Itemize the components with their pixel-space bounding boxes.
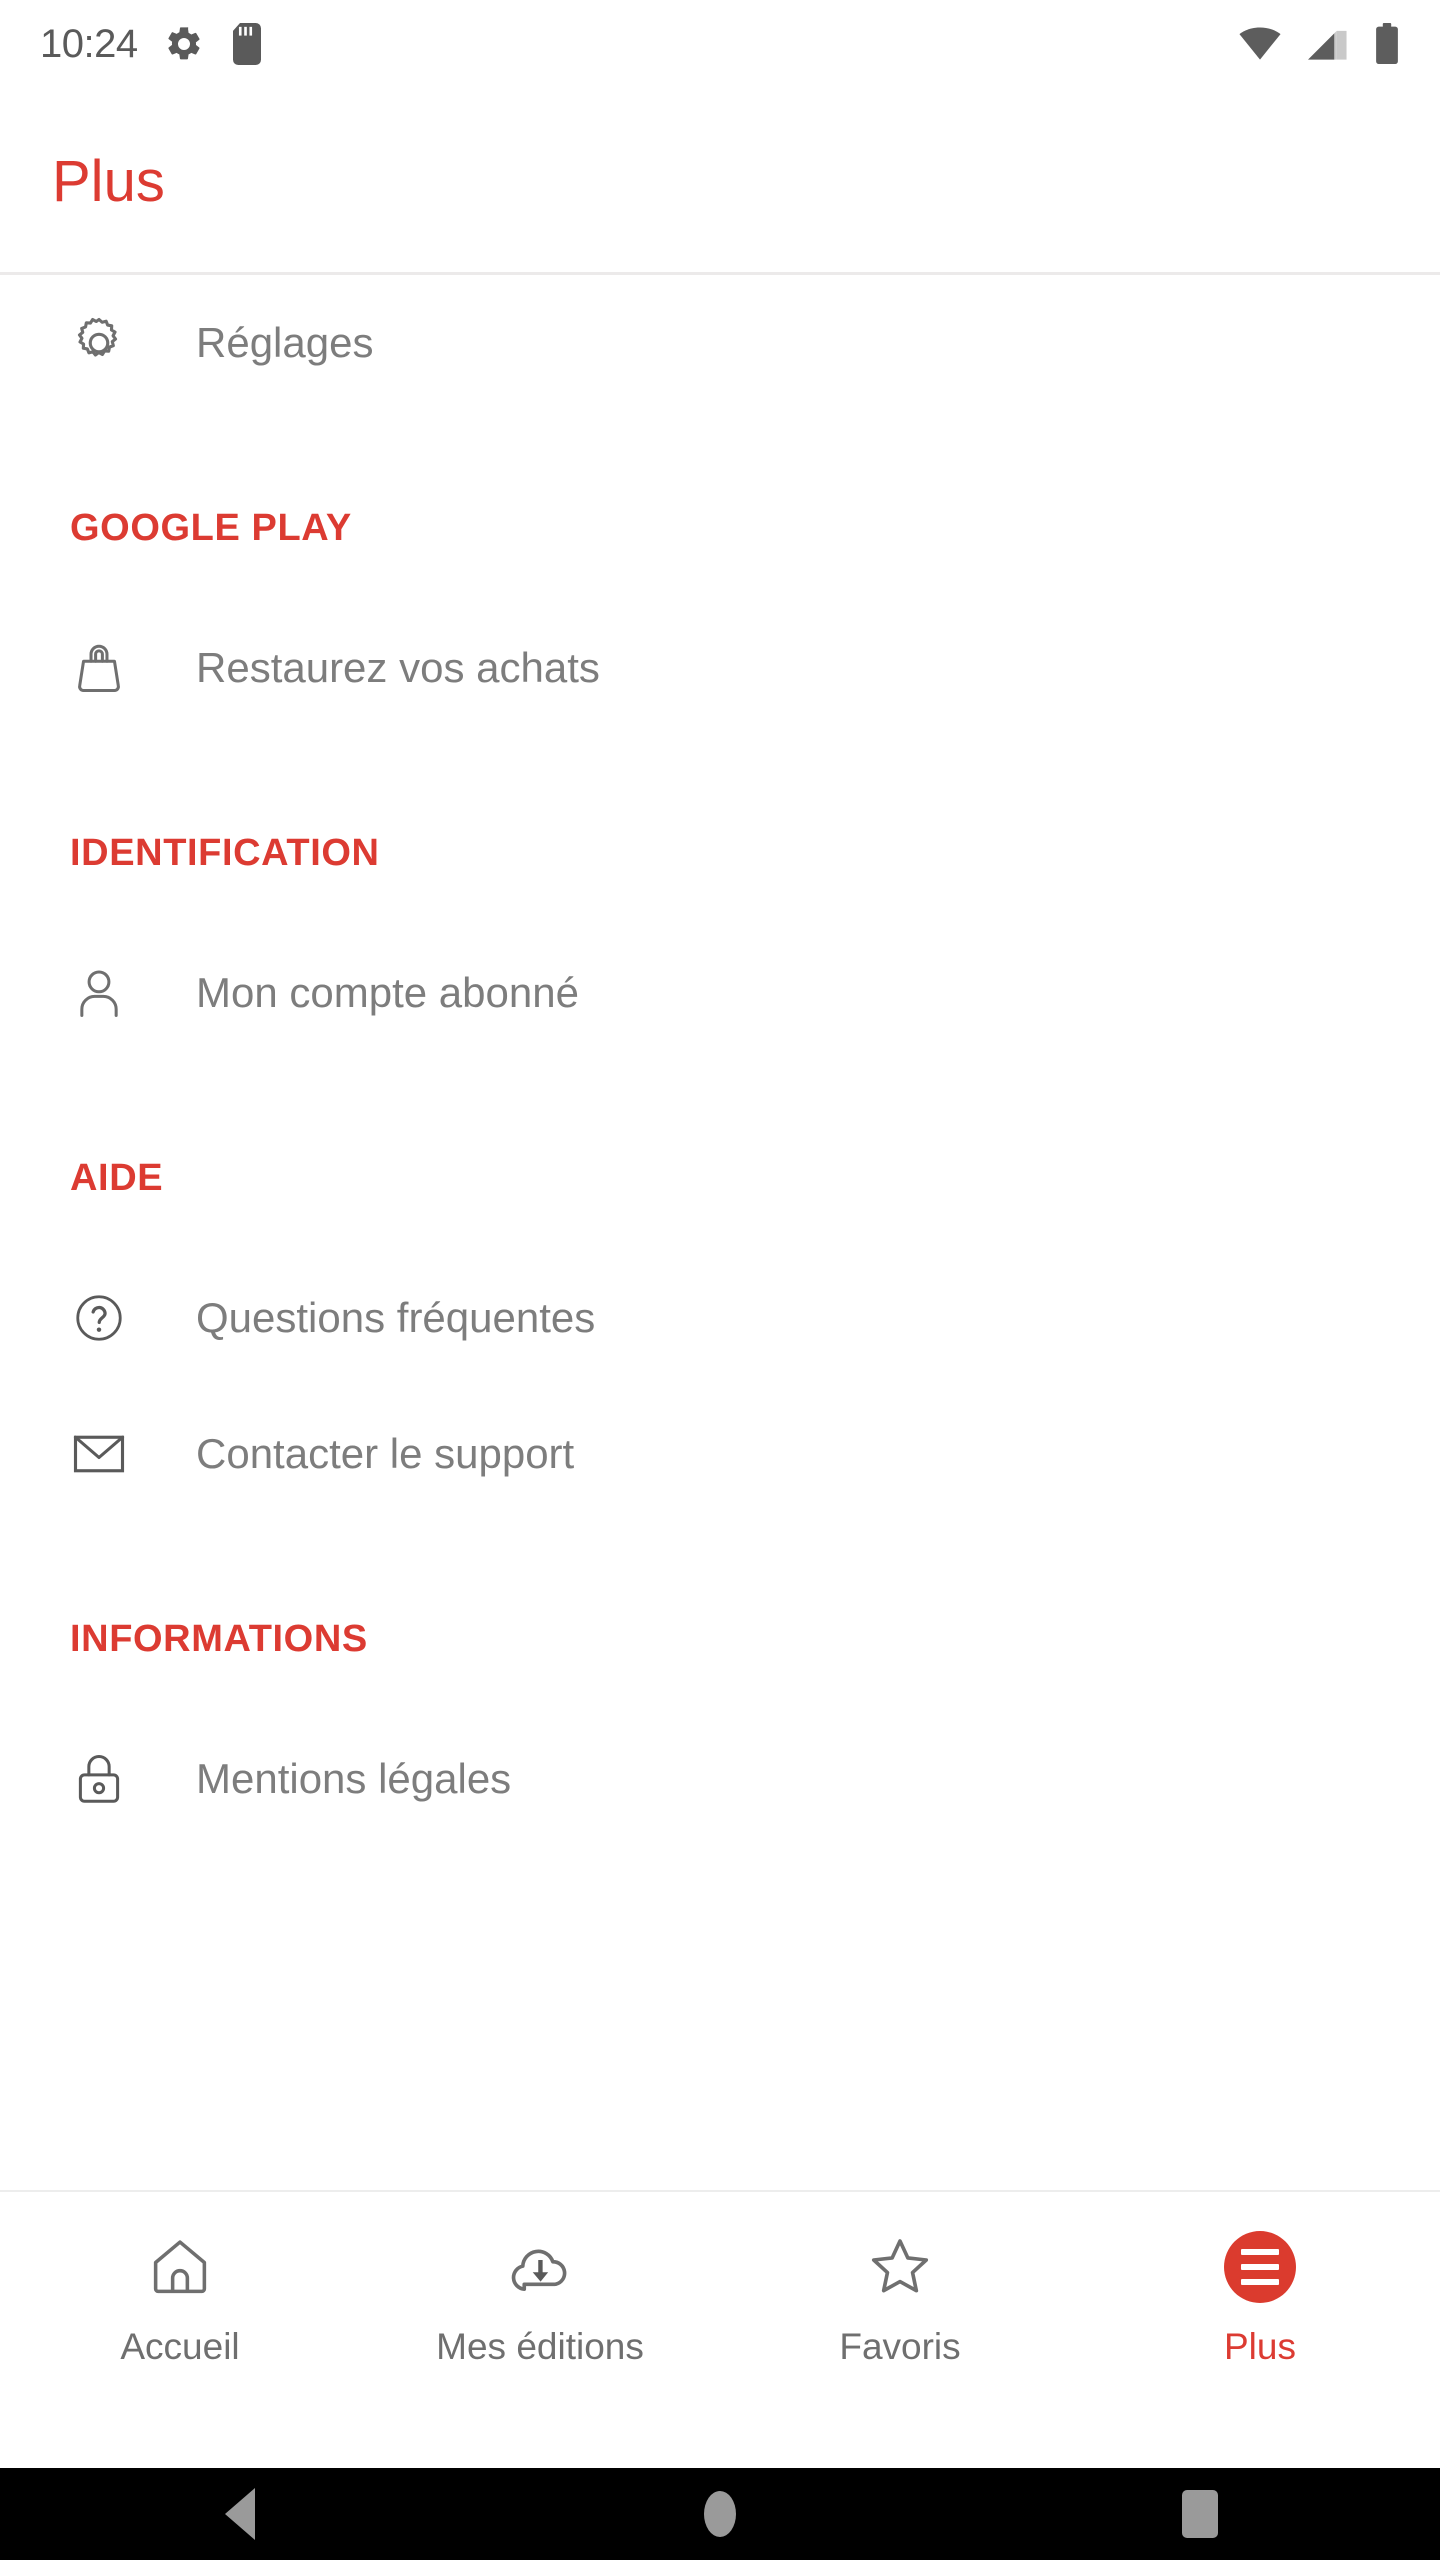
app-header: Plus: [0, 88, 1440, 274]
cellular-signal-icon: [1308, 30, 1347, 60]
menu-bar-line: [1241, 2264, 1279, 2270]
tab-label: Accueil: [120, 2326, 240, 2367]
back-triangle-icon: [225, 2488, 255, 2540]
recents-square-icon: [1182, 2490, 1218, 2538]
tab-label: Plus: [1224, 2326, 1296, 2367]
page-title: Plus: [52, 148, 165, 214]
list-item-restaurez-vos-achats[interactable]: Restaurez vos achats: [0, 600, 1440, 736]
tab-favoris[interactable]: Favoris: [720, 2192, 1080, 2468]
tab-label: Mes éditions: [436, 2326, 644, 2367]
section-header-identification: IDENTIFICATION: [70, 832, 380, 874]
tab-label: Favoris: [839, 2326, 961, 2367]
status-bar-left: 10:24: [40, 22, 264, 67]
wifi-icon: [1239, 27, 1281, 60]
recent-apps-button[interactable]: [960, 2490, 1440, 2538]
list-item-label: Mentions légales: [196, 1755, 512, 1802]
person-icon: [68, 962, 130, 1024]
home-button[interactable]: [480, 2491, 960, 2537]
hamburger-menu-icon: [1224, 2230, 1296, 2304]
list-item-reglages[interactable]: Réglages: [0, 275, 1440, 411]
home-icon: [146, 2230, 214, 2304]
sd-card-icon: [232, 23, 261, 65]
back-button[interactable]: [0, 2488, 480, 2540]
tab-active-badge: [1224, 2231, 1296, 2303]
status-bar-right: [1238, 23, 1400, 65]
list-item-mon-compte-abonne[interactable]: Mon compte abonné: [0, 925, 1440, 1061]
settings-list[interactable]: Réglages GOOGLE PLAY Restaurez vos achat…: [0, 275, 1440, 2190]
lock-icon: [68, 1748, 130, 1810]
list-item-label: Réglages: [196, 319, 374, 366]
status-bar: 10:24: [0, 0, 1440, 88]
home-circle-icon: [704, 2491, 736, 2537]
gear-icon: [68, 312, 130, 374]
section-header-informations: INFORMATIONS: [70, 1618, 368, 1660]
list-item-questions-frequentes[interactable]: Questions fréquentes: [0, 1250, 1440, 1386]
bottom-tab-bar: Accueil Mes éditions Favoris Plus: [0, 2190, 1440, 2468]
app-screen: 10:24 Plus Réglages GOOGLE PLAY Restaure…: [0, 0, 1440, 2560]
list-item-contacter-le-support[interactable]: Contacter le support: [0, 1386, 1440, 1522]
list-item-label: Restaurez vos achats: [196, 644, 600, 691]
list-item-mentions-legales[interactable]: Mentions légales: [0, 1711, 1440, 1847]
section-header-aide: AIDE: [70, 1157, 164, 1199]
list-item-label: Contacter le support: [196, 1430, 575, 1477]
cloud-download-icon: [505, 2230, 575, 2304]
android-navigation-bar: [0, 2468, 1440, 2560]
menu-bar-line: [1241, 2249, 1279, 2255]
shopping-bag-icon: [68, 637, 130, 699]
envelope-icon: [68, 1423, 130, 1485]
question-circle-icon: [68, 1287, 130, 1349]
list-item-label: Mon compte abonné: [196, 969, 579, 1016]
menu-bar-line: [1241, 2279, 1279, 2285]
battery-full-icon: [1376, 23, 1398, 65]
list-item-label: Questions fréquentes: [196, 1294, 596, 1341]
star-icon: [865, 2230, 935, 2304]
tab-accueil[interactable]: Accueil: [0, 2192, 360, 2468]
tab-plus[interactable]: Plus: [1080, 2192, 1440, 2468]
tab-mes-editions[interactable]: Mes éditions: [360, 2192, 720, 2468]
settings-gear-icon: [167, 27, 200, 60]
section-header-google-play: GOOGLE PLAY: [70, 507, 352, 549]
status-bar-clock: 10:24: [40, 21, 138, 66]
